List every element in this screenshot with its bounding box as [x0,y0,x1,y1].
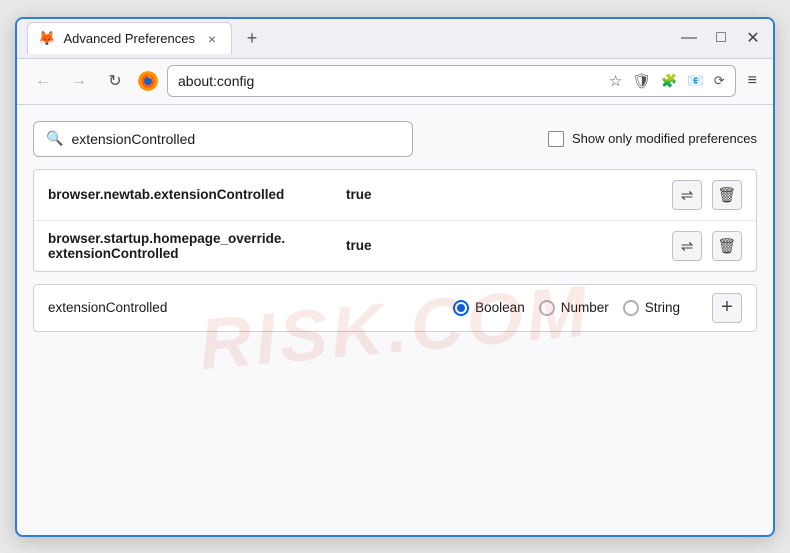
number-radio-circle[interactable] [539,300,555,316]
pref-value-1: true [346,187,372,202]
navigation-bar: ← → ↻ about:config ☆ 🛡 🧩 📧 ⟳ ≡ [17,59,773,105]
close-button[interactable]: ✕ [743,28,763,48]
minimize-button[interactable]: — [679,29,699,47]
active-tab[interactable]: 🦊 Advanced Preferences × [27,22,232,54]
search-icon: 🔍 [46,130,63,147]
type-radio-group: Boolean Number String [453,300,680,316]
search-value: extensionControlled [71,131,195,147]
address-bar[interactable]: about:config ☆ 🛡 🧩 📧 ⟳ [167,65,736,97]
pref-name-1: browser.newtab.extensionControlled [48,187,338,202]
string-radio-circle[interactable] [623,300,639,316]
show-modified-toggle[interactable]: Show only modified preferences [548,131,757,147]
delete-button-2[interactable]: 🗑 [712,231,742,261]
number-label: Number [561,300,609,315]
extension-icon[interactable]: 🧩 [661,73,677,89]
window-controls: — □ ✕ [679,28,763,48]
boolean-radio[interactable]: Boolean [453,300,525,316]
firefox-favicon: 🦊 [38,30,55,47]
table-row: browser.startup.homepage_override. exten… [34,221,756,271]
reset-icon-2: ⇌ [681,237,694,255]
reset-button-2[interactable]: ⇌ [672,231,702,261]
search-box[interactable]: 🔍 extensionControlled [33,121,413,157]
menu-button[interactable]: ≡ [744,68,761,94]
tab-close-button[interactable]: × [203,30,221,48]
pocket-icon[interactable]: 🛡 [632,72,651,90]
title-bar: 🦊 Advanced Preferences × + — □ ✕ [17,19,773,59]
delete-icon-1: 🗑 [717,186,736,204]
reload-button[interactable]: ↻ [101,67,129,95]
bookmark-icon[interactable]: ☆ [609,72,622,90]
string-label: String [645,300,680,315]
reset-icon-1: ⇌ [681,186,694,204]
content-area: RISK.COM 🔍 extensionControlled Show only… [17,105,773,535]
boolean-label: Boolean [475,300,525,315]
pref-value-2: true [346,238,372,253]
new-tab-button[interactable]: + [238,24,266,52]
back-button[interactable]: ← [29,67,57,95]
firefox-logo [137,70,159,92]
add-preference-row: extensionControlled Boolean Number Strin… [33,284,757,332]
reset-button-1[interactable]: ⇌ [672,180,702,210]
maximize-button[interactable]: □ [711,29,731,47]
table-row: browser.newtab.extensionControlled true … [34,170,756,221]
boolean-radio-circle[interactable] [453,300,469,316]
pref-name-2: browser.startup.homepage_override. exten… [48,231,338,261]
search-row: 🔍 extensionControlled Show only modified… [33,121,757,157]
new-pref-name: extensionControlled [48,300,248,315]
delete-icon-2: 🗑 [717,237,736,255]
delete-button-1[interactable]: 🗑 [712,180,742,210]
show-modified-label: Show only modified preferences [572,131,757,146]
address-bar-icons: ☆ 🛡 🧩 📧 ⟳ [609,72,725,90]
browser-window: 🦊 Advanced Preferences × + — □ ✕ ← → ↻ a… [15,17,775,537]
address-text: about:config [178,73,254,89]
preferences-table: browser.newtab.extensionControlled true … [33,169,757,272]
add-button[interactable]: + [712,293,742,323]
show-modified-checkbox[interactable] [548,131,564,147]
string-radio[interactable]: String [623,300,680,316]
number-radio[interactable]: Number [539,300,609,316]
pref-actions-2: ⇌ 🗑 [672,231,742,261]
sync-icon[interactable]: ⟳ [714,73,725,89]
pref-actions-1: ⇌ 🗑 [672,180,742,210]
forward-button[interactable]: → [65,67,93,95]
tab-strip: 🦊 Advanced Preferences × + [27,19,679,58]
tab-title: Advanced Preferences [63,31,195,46]
container-icon[interactable]: 📧 [688,73,704,89]
